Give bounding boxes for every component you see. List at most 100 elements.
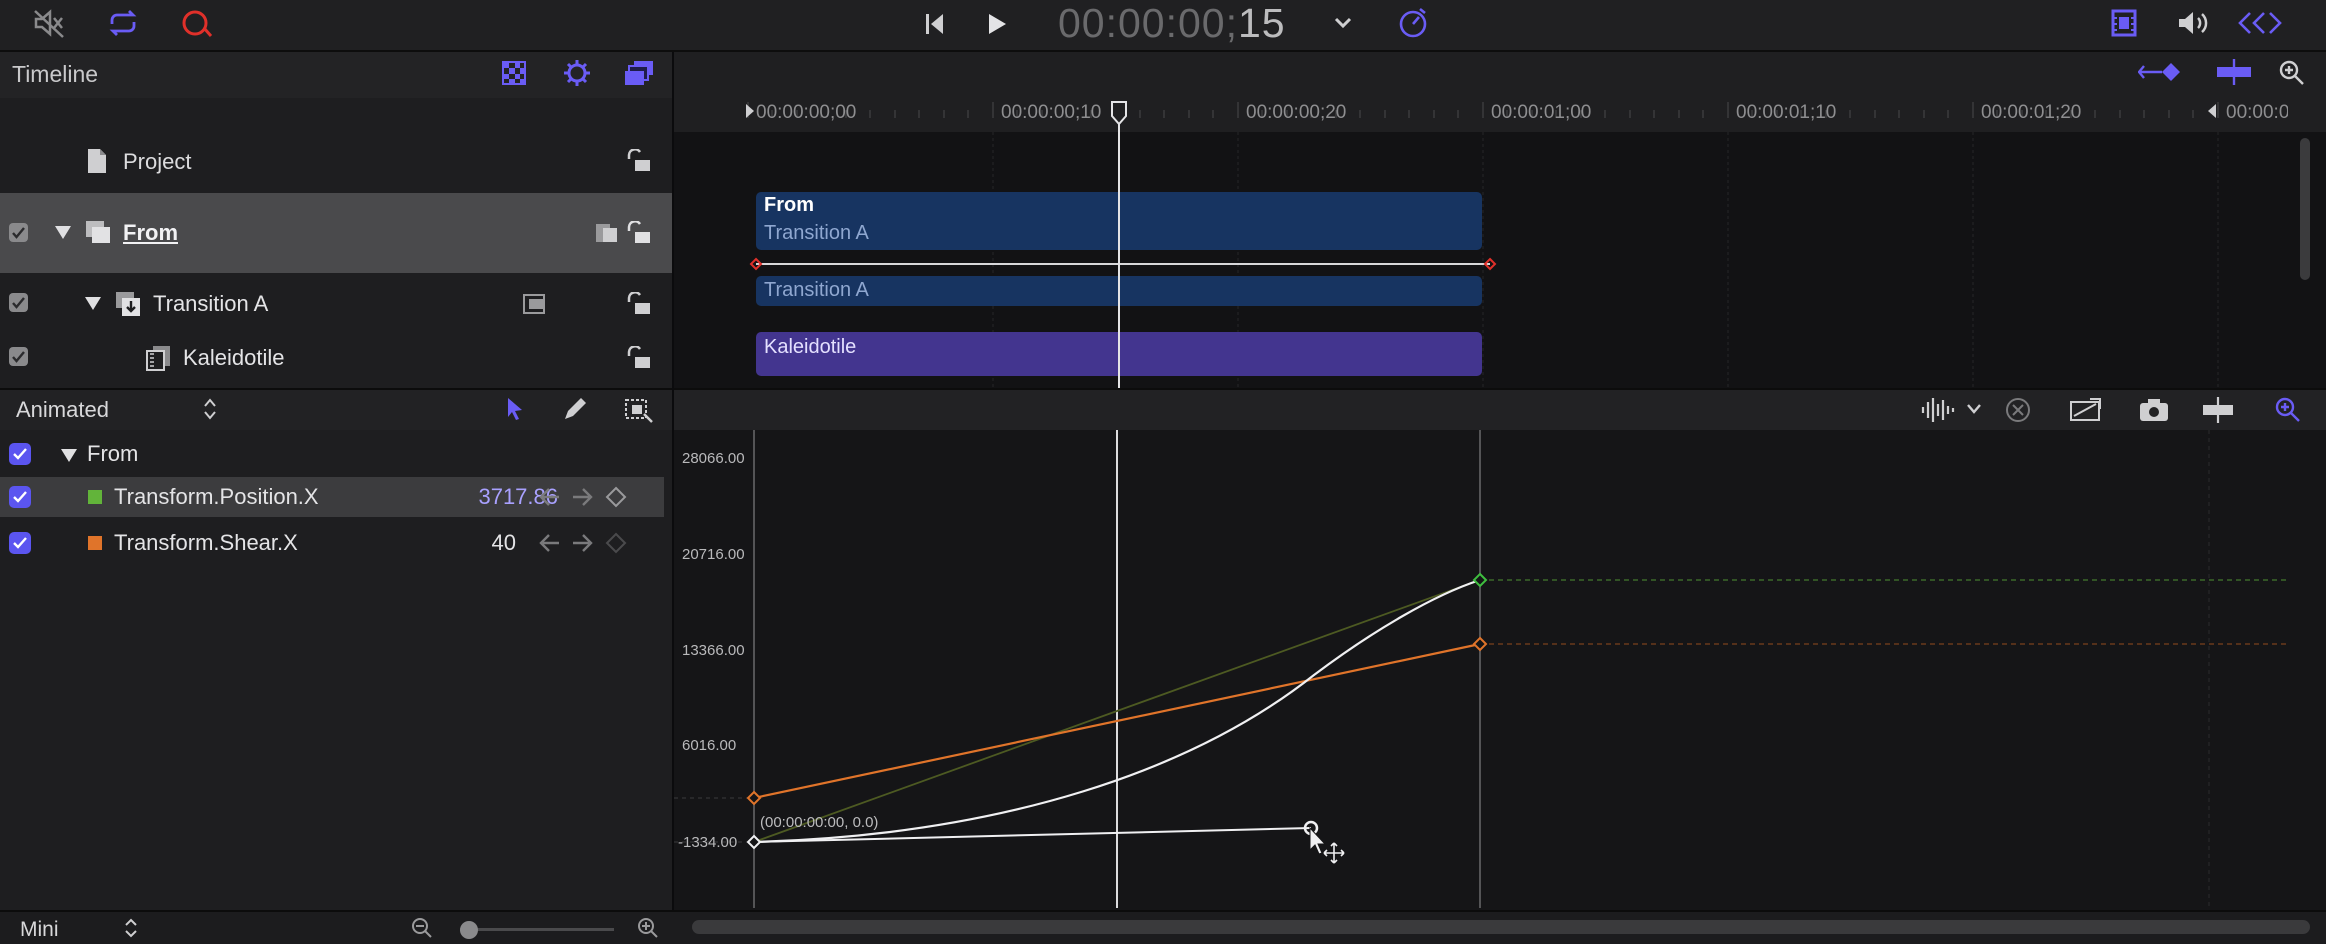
timecode-frames: 15 <box>1238 0 1286 46</box>
vertical-scrollbar[interactable] <box>2300 138 2310 280</box>
horizontal-scrollbar[interactable] <box>692 920 2310 934</box>
transition-group-icon <box>114 290 144 320</box>
ruler-label: 00:00:00;10 <box>1001 102 1102 123</box>
gear-icon[interactable] <box>562 58 592 88</box>
keyframe-graph[interactable]: 28066.00 20716.00 13366.00 6016.00 -1334… <box>674 430 2326 910</box>
keyframe-nav-icon[interactable] <box>2236 10 2284 36</box>
clear-icon[interactable] <box>2004 396 2032 424</box>
ruler-label: 00:00:00;20 <box>1246 102 1347 123</box>
y-axis-label: 20716.00 <box>682 546 745 563</box>
param-checkbox[interactable] <box>9 486 31 508</box>
zoom-in-icon[interactable] <box>636 917 660 939</box>
pen-icon[interactable] <box>562 396 588 422</box>
group-label: From <box>87 441 139 466</box>
y-axis-label: 6016.00 <box>682 737 737 754</box>
layer-row-kaleidotile[interactable]: Kaleidotile <box>0 338 672 378</box>
top-toolbar: 00:00:00;15 <box>0 0 2326 52</box>
play-icon[interactable] <box>986 12 1008 36</box>
keyframe-diamond-icon[interactable] <box>604 531 628 555</box>
clip-subtitle: Transition A <box>764 222 869 244</box>
clip-title: Kaleidotile <box>764 336 857 358</box>
blend-icon[interactable] <box>522 292 548 316</box>
mute-icon[interactable] <box>32 8 66 38</box>
zoom-slider-thumb[interactable] <box>460 921 478 939</box>
param-row-position-x[interactable]: Transform.Position.X 3717.86 <box>0 477 664 517</box>
chevron-down-icon[interactable] <box>1966 402 1982 416</box>
clip-title: From <box>764 194 814 216</box>
marquee-icon[interactable] <box>624 396 654 424</box>
ruler-label: 00:00:0 <box>2226 102 2288 123</box>
layer-row-transition-a[interactable]: Transition A <box>0 284 672 324</box>
param-label: Transform.Position.X <box>114 484 319 509</box>
curve-color-swatch <box>88 536 102 550</box>
speed-icon[interactable] <box>1396 6 1430 40</box>
layer-row-from[interactable]: From <box>0 193 672 273</box>
next-keyframe-icon[interactable] <box>570 531 594 555</box>
param-label: Transform.Shear.X <box>114 530 298 555</box>
zoom-graph-icon[interactable] <box>2274 396 2302 424</box>
y-axis-label: 13366.00 <box>682 642 745 659</box>
params-toolbar: Animated <box>0 388 2326 432</box>
clip-title: Transition A <box>764 279 869 301</box>
layer-label: From <box>123 220 178 245</box>
layer-label: Transition A <box>153 291 269 316</box>
document-icon <box>86 148 108 174</box>
fit-curve-icon[interactable] <box>2068 396 2104 424</box>
param-value[interactable]: 40 <box>442 530 516 556</box>
record-icon[interactable] <box>180 8 214 40</box>
layer-checkbox[interactable] <box>9 293 28 312</box>
lock-icon[interactable] <box>625 346 653 370</box>
filmstrip-icon[interactable] <box>2110 8 2138 38</box>
timecode-display[interactable]: 00:00:00;15 <box>1058 0 1286 47</box>
param-row-shear-x[interactable]: Transform.Shear.X 40 <box>0 523 664 563</box>
camera-icon[interactable] <box>2138 396 2170 424</box>
ruler-label: 00:00:01;00 <box>1491 102 1592 123</box>
param-group-from[interactable]: From <box>0 434 664 474</box>
lock-icon[interactable] <box>625 221 653 245</box>
bottom-bar: Mini <box>0 910 2326 944</box>
group-checkbox[interactable] <box>9 443 31 465</box>
lock-icon[interactable] <box>625 149 653 173</box>
snap-keyframes-icon[interactable] <box>2200 396 2236 424</box>
timeline-tracks[interactable]: From Transition A Transition A Kaleidoti… <box>674 132 2326 388</box>
layer-label: Project <box>123 149 192 174</box>
panel-divider[interactable] <box>672 52 674 910</box>
disclosure-triangle-icon[interactable] <box>54 224 72 240</box>
layer-label: Kaleidotile <box>183 345 285 370</box>
filter-icon <box>144 344 172 372</box>
disclosure-triangle-icon[interactable] <box>60 447 78 463</box>
blend-icon[interactable] <box>594 221 620 245</box>
playhead[interactable] <box>1104 100 1134 388</box>
graph-canvas <box>674 430 2290 908</box>
param-checkbox[interactable] <box>9 532 31 554</box>
layer-checkbox[interactable] <box>9 347 28 366</box>
stepper-icon[interactable] <box>124 917 138 939</box>
stepper-icon[interactable] <box>202 397 218 421</box>
layer-checkbox[interactable] <box>9 223 28 242</box>
lock-icon[interactable] <box>625 292 653 316</box>
checkerboard-icon[interactable] <box>500 59 528 87</box>
previous-keyframe-icon[interactable] <box>538 485 562 509</box>
previous-keyframe-icon[interactable] <box>538 531 562 555</box>
zoom-slider-track[interactable] <box>460 928 614 931</box>
animated-filter-label[interactable]: Animated <box>16 397 109 423</box>
ruler-label: 00:00:01;20 <box>1981 102 2082 123</box>
keyframe-diamond-icon[interactable] <box>604 485 628 509</box>
timecode-menu-icon[interactable] <box>1334 16 1352 30</box>
timecode-main: 00:00:00; <box>1058 0 1238 46</box>
layer-row-project[interactable]: Project <box>0 140 672 184</box>
y-axis-label: 28066.00 <box>682 450 745 467</box>
zoom-level-label[interactable]: Mini <box>20 918 59 942</box>
disclosure-triangle-icon[interactable] <box>84 295 102 311</box>
volume-icon[interactable] <box>2176 9 2210 37</box>
group-icon <box>84 219 112 245</box>
skip-back-icon[interactable] <box>924 12 946 36</box>
next-keyframe-icon[interactable] <box>570 485 594 509</box>
select-arrow-icon[interactable] <box>504 396 526 422</box>
waveform-icon[interactable] <box>1920 396 1956 424</box>
loop-icon[interactable] <box>106 8 140 38</box>
layers-stack-icon[interactable] <box>624 58 656 88</box>
zoom-out-icon[interactable] <box>410 917 434 939</box>
ruler-label: 00:00:01;10 <box>1736 102 1837 123</box>
timeline-header: Timeline <box>0 52 672 98</box>
